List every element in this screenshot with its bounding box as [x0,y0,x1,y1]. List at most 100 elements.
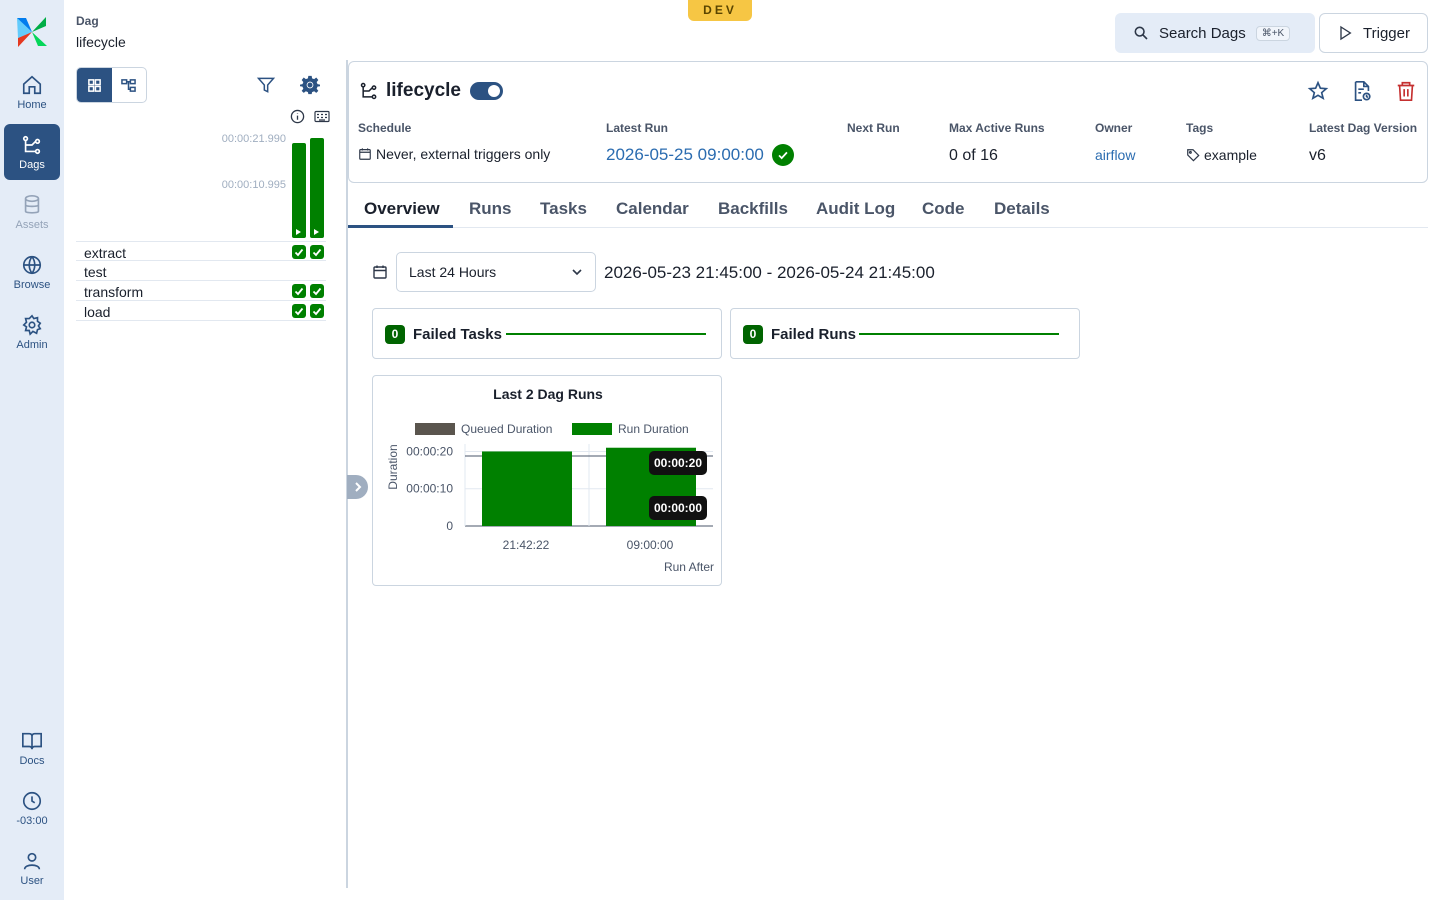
task-instance-cell[interactable] [292,304,306,318]
dag-run-bar[interactable] [292,143,306,238]
time-range-select[interactable]: Last 24 Hours [396,252,596,292]
tab-tasks[interactable]: Tasks [540,199,587,219]
dag-header-card: lifecycle Schedule Never, external trigg… [348,61,1428,183]
nav-label: Admin [16,338,48,351]
task-instance-cell[interactable] [310,304,324,318]
book-icon [22,732,42,749]
calendar-icon [359,148,371,160]
search-icon [1134,26,1148,40]
meta-value: example [1186,147,1257,163]
filter-icon[interactable] [256,75,276,95]
nav-label: Dags [19,158,45,171]
failed-runs-count: 0 [743,325,763,344]
time-range-text: 2026-05-23 21:45:00 - 2026-05-24 21:45:0… [604,263,935,282]
run-duration-bar[interactable] [482,451,572,526]
delete-icon[interactable] [1395,80,1417,102]
legend-label: Run Duration [618,422,689,436]
meta-label: Latest Run [606,121,669,135]
active-tab-indicator [348,225,453,228]
task-name[interactable]: transform [84,284,143,300]
dag-title: lifecycle [386,80,461,101]
trigger-button[interactable]: Trigger [1319,13,1428,53]
meta-owner: Owner airflow [1095,121,1135,163]
chart-title: Last 2 Dag Runs [493,386,603,402]
chart-tooltip-text: 00:00:00 [654,501,702,515]
meta-schedule: Schedule Never, external triggers only [358,121,550,162]
grid-view-button[interactable] [77,68,112,102]
manual-run-icon [314,229,319,235]
manual-run-icon [296,229,301,235]
tab-overview[interactable]: Overview [364,199,440,219]
keyboard-icon[interactable] [314,109,330,124]
meta-label: Next Run [847,121,900,135]
clock-icon [22,791,42,810]
chart-tooltip-text: 00:00:20 [654,456,702,470]
tab-calendar[interactable]: Calendar [616,199,689,219]
nav-assets[interactable]: Assets [4,184,60,240]
task-row[interactable]: load [76,301,326,321]
task-row[interactable]: test [76,261,326,281]
parse-file-icon[interactable] [1351,80,1373,102]
breadcrumb-section[interactable]: Dag [76,14,126,28]
meta-value: 2026-05-25 09:00:00 [606,144,794,166]
meta-value: Never, external triggers only [358,146,550,162]
nav-user[interactable]: User [4,840,60,896]
airflow-logo-icon[interactable] [14,14,50,50]
nav-admin[interactable]: Admin [4,304,60,360]
meta-label: Max Active Runs [949,121,1045,135]
task-instance-cell[interactable] [310,284,324,298]
dags-icon [360,82,377,100]
task-instance-cell[interactable] [310,245,324,259]
panel-divider[interactable] [346,60,348,888]
tab-details[interactable]: Details [994,199,1050,219]
nav-label: Home [17,98,47,111]
dag-actions [1307,80,1417,102]
tag-value[interactable]: example [1204,147,1257,163]
failed-runs-card[interactable]: 0 Failed Runs [730,308,1080,359]
nav-timezone[interactable]: -03:00 [4,780,60,836]
owner-link[interactable]: airflow [1095,147,1135,163]
failed-tasks-card[interactable]: 0 Failed Tasks [372,308,722,359]
tag-icon [1187,149,1200,162]
task-instance-cell[interactable] [292,284,306,298]
task-instance-cell[interactable] [292,245,306,259]
meta-label: Tags [1186,121,1214,135]
settings-gear-icon[interactable] [300,75,320,95]
tab-backfills[interactable]: Backfills [718,199,788,219]
latest-run-link[interactable]: 2026-05-25 09:00:00 [606,145,764,165]
task-name[interactable]: test [84,264,107,280]
dag-runs-chart-card: Last 2 Dag Runs Queued Duration Run Durati… [372,375,722,586]
nav-browse[interactable]: Browse [4,244,60,300]
task-row[interactable]: transform [76,281,326,301]
search-dags-button[interactable]: Search Dags ⌘+K [1115,13,1315,53]
check-icon [312,287,322,296]
dag-run-bar[interactable] [310,138,324,238]
view-toggle [76,67,147,103]
meta-version: Latest Dag Version v6 [1309,121,1417,165]
globe-icon [22,255,42,274]
y-tick-label: 00:00:20 [406,444,453,458]
collapse-panel-button[interactable] [347,475,368,499]
tab-audit-log[interactable]: Audit Log [816,199,895,219]
y-tick-label: 0 [446,519,453,533]
star-icon[interactable] [1307,80,1329,102]
dag-tabs: Overview Runs Tasks Calendar Backfills A… [348,190,1428,228]
dags-icon [22,135,41,154]
y-tick-label: 00:00:10 [406,482,453,496]
task-name[interactable]: load [84,304,110,320]
meta-next-run: Next Run [847,121,900,135]
info-icon[interactable] [290,109,305,124]
nav-dags[interactable]: Dags [4,124,60,180]
nav-label: -03:00 [16,814,48,827]
grid-icon [87,78,101,92]
legend-swatch [572,423,612,435]
pause-toggle[interactable] [470,82,503,100]
tab-code[interactable]: Code [922,199,965,219]
task-row[interactable]: extract [76,241,326,261]
task-name[interactable]: extract [84,245,126,261]
graph-view-button[interactable] [112,68,147,102]
nav-home[interactable]: Home [4,64,60,120]
nav-docs[interactable]: Docs [4,720,60,776]
tab-runs[interactable]: Runs [469,199,512,219]
breadcrumb: Dag lifecycle [76,14,126,50]
